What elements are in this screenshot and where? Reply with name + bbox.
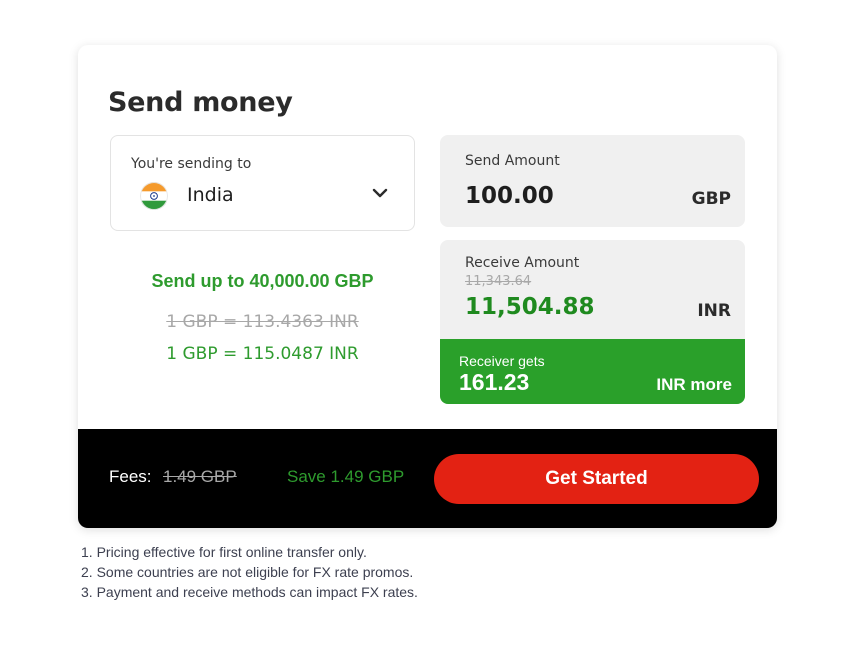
footnote-item: 3. Payment and receive methods can impac… [81, 584, 418, 600]
destination-country-select[interactable]: You're sending to India [110, 135, 415, 231]
page-title: Send money [108, 87, 293, 118]
promo-exchange-rate: 1 GBP = 115.0487 INR [166, 344, 359, 364]
old-exchange-rate: 1 GBP = 113.4363 INR [166, 312, 359, 332]
send-amount-box: Send Amount GBP [440, 135, 745, 227]
footnote-item: 1. Pricing effective for first online tr… [81, 544, 367, 560]
fees-old-amount: 1.49 GBP [163, 467, 237, 486]
receiver-gets-bar: Receiver gets 161.23 INR more [440, 339, 745, 404]
send-limit-text: Send up to 40,000.00 GBP [151, 271, 374, 291]
receiver-gets-label: Receiver gets [459, 353, 545, 369]
receive-old-amount: 11,343.64 [465, 274, 532, 289]
india-flag-icon [140, 182, 168, 210]
send-amount-input[interactable] [465, 183, 655, 209]
footnote-item: 2. Some countries are not eligible for F… [81, 564, 414, 580]
fees-save-text: Save 1.49 GBP [287, 467, 405, 486]
receiver-gets-suffix: INR more [656, 375, 732, 394]
send-amount-label: Send Amount [465, 153, 560, 169]
send-money-card: Send money You're sending to India Send … [78, 45, 777, 528]
destination-country: India [187, 184, 234, 206]
fees-footer: Fees: 1.49 GBP Save 1.49 GBP Get Started [78, 429, 777, 528]
get-started-button[interactable]: Get Started [434, 454, 759, 504]
receive-currency: INR [697, 301, 731, 321]
send-currency: GBP [691, 189, 731, 209]
receive-amount-label: Receive Amount [465, 255, 580, 271]
footnotes: 1. Pricing effective for first online tr… [81, 542, 418, 602]
receive-amount-value: 11,504.88 [465, 294, 595, 320]
fees-label: Fees: [109, 467, 152, 486]
receive-amount-box: Receive Amount 11,343.64 11,504.88 INR R… [440, 240, 745, 404]
destination-label: You're sending to [131, 156, 252, 172]
receiver-gets-value: 161.23 [459, 369, 530, 395]
chevron-down-icon[interactable] [371, 186, 389, 200]
